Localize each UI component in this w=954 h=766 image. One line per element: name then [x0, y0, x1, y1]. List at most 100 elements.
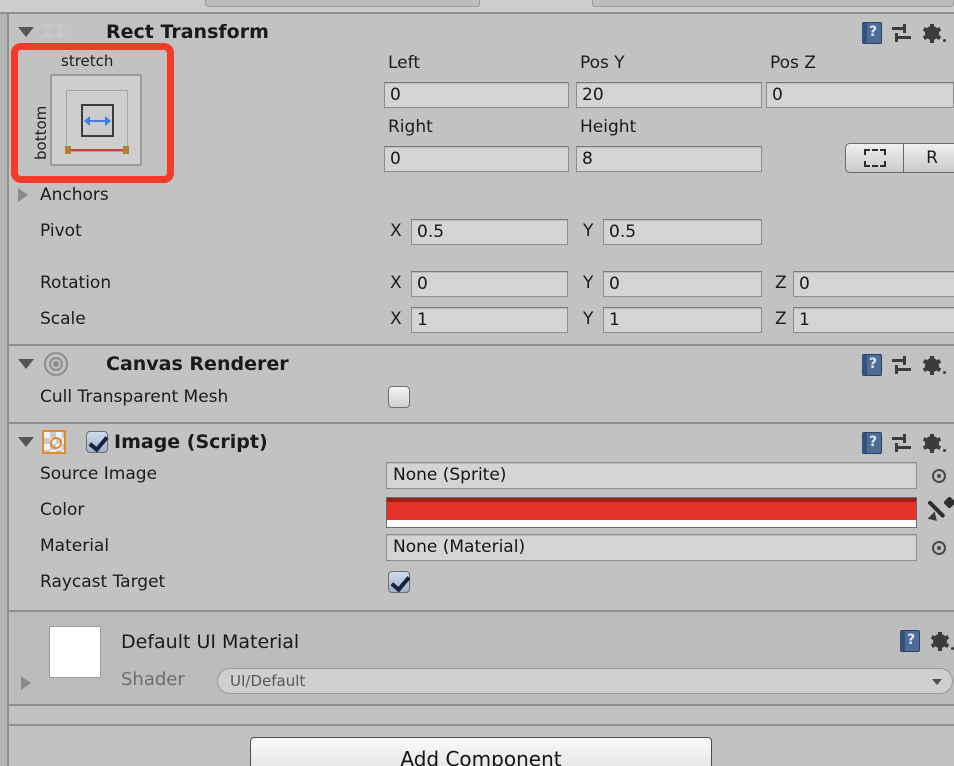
toolbar-tab-piece-1[interactable]	[205, 0, 480, 7]
left-input[interactable]: 0	[384, 82, 569, 108]
rect-transform-foldout-icon[interactable]	[18, 27, 34, 37]
raycast-target-checkbox[interactable]	[388, 571, 410, 593]
rect-transform-title: Rect Transform	[106, 21, 269, 43]
raycast-target-label: Raycast Target	[40, 572, 166, 592]
pos-z-label: Pos Z	[770, 53, 816, 73]
image-foldout-icon[interactable]	[18, 437, 34, 447]
pos-z-value: 0	[772, 85, 783, 105]
left-label: Left	[388, 53, 420, 73]
pivot-x-axis-label: X	[390, 221, 402, 241]
raw-mode-label: R	[926, 148, 938, 168]
image-enabled-checkbox[interactable]	[86, 431, 108, 453]
image-component-title: Image (Script)	[114, 431, 268, 453]
material-label: Material	[40, 536, 110, 556]
scale-y-value: 1	[609, 310, 620, 330]
rect-transform-header[interactable]: Rect Transform ?	[14, 18, 946, 52]
rotation-y-value: 0	[609, 274, 620, 294]
rect-transform-icon	[41, 18, 70, 47]
help-icon[interactable]: ?	[900, 630, 920, 652]
eyedropper-icon[interactable]	[927, 496, 954, 525]
image-header-icons: ?	[862, 432, 946, 454]
source-image-field[interactable]: None (Sprite)	[386, 462, 917, 489]
help-icon[interactable]: ?	[862, 354, 882, 376]
scale-z-value: 1	[799, 310, 810, 330]
shader-dropdown[interactable]: UI/Default	[217, 668, 953, 694]
right-input[interactable]: 0	[384, 146, 569, 172]
scale-x-input[interactable]: 1	[411, 307, 568, 333]
right-label: Right	[388, 117, 433, 137]
pos-y-input[interactable]: 20	[576, 82, 762, 108]
gear-icon[interactable]	[922, 355, 946, 375]
scale-z-input[interactable]: 1	[793, 307, 954, 333]
help-icon[interactable]: ?	[862, 22, 882, 44]
gear-icon[interactable]	[922, 433, 946, 453]
rect-mode-toggle-group: R	[845, 143, 954, 173]
image-component-header[interactable]: Image (Script) ?	[14, 428, 946, 462]
material-preview-thumbnail	[49, 626, 101, 678]
preset-icon[interactable]	[892, 23, 912, 43]
source-image-picker-icon[interactable]	[932, 469, 946, 483]
canvas-renderer-foldout-icon[interactable]	[18, 359, 34, 369]
cull-transparent-mesh-checkbox[interactable]	[388, 386, 410, 408]
pos-y-value: 20	[582, 85, 604, 105]
separator-material-top	[9, 704, 954, 706]
anchors-label: Anchors	[40, 185, 109, 205]
pivot-x-input[interactable]: 0.5	[411, 219, 568, 245]
anchor-preset-bottom-line	[68, 149, 126, 151]
material-picker-icon[interactable]	[932, 541, 946, 555]
color-swatch[interactable]	[386, 497, 917, 528]
shader-value: UI/Default	[230, 672, 306, 690]
blueprint-icon	[863, 149, 886, 167]
material-value: None (Material)	[393, 537, 526, 557]
help-icon[interactable]: ?	[862, 432, 882, 454]
inspector-window: Rect Transform ? stretch bottom Left Pos…	[0, 0, 954, 766]
pivot-y-input[interactable]: 0.5	[603, 219, 762, 245]
source-image-label: Source Image	[40, 464, 158, 484]
scale-label: Scale	[40, 309, 86, 329]
rotation-z-input[interactable]: 0	[793, 271, 954, 297]
material-field[interactable]: None (Material)	[386, 534, 917, 561]
gear-icon[interactable]	[922, 23, 946, 43]
blueprint-mode-toggle[interactable]	[846, 144, 903, 172]
pos-z-input[interactable]: 0	[766, 82, 954, 108]
scale-z-axis-label: Z	[775, 309, 787, 329]
rotation-y-axis-label: Y	[583, 273, 594, 293]
add-component-button[interactable]: Add Component	[250, 737, 712, 766]
height-value: 8	[582, 149, 593, 169]
rotation-y-input[interactable]: 0	[603, 271, 762, 297]
material-preview-title: Default UI Material	[121, 631, 300, 653]
canvas-renderer-header[interactable]: Canvas Renderer ?	[14, 350, 946, 384]
material-preview-foldout-icon[interactable]	[21, 676, 31, 690]
anchor-preset-handle-right	[123, 146, 129, 154]
scale-y-axis-label: Y	[583, 309, 594, 329]
pivot-x-value: 0.5	[417, 222, 445, 242]
color-label: Color	[40, 500, 85, 520]
height-input[interactable]: 8	[576, 146, 762, 172]
rotation-x-axis-label: X	[390, 273, 402, 293]
shader-label: Shader	[121, 669, 185, 690]
right-value: 0	[390, 149, 401, 169]
anchors-foldout-icon[interactable]	[18, 188, 28, 202]
separator-material-bottom	[9, 724, 954, 726]
left-value: 0	[390, 85, 401, 105]
pivot-y-value: 0.5	[609, 222, 637, 242]
anchor-preset-widget[interactable]: stretch bottom	[18, 50, 168, 175]
preset-icon[interactable]	[892, 355, 912, 375]
anchor-preset-handle-left	[65, 146, 71, 154]
color-swatch-fill	[387, 502, 916, 520]
rect-transform-header-icons: ?	[862, 22, 946, 44]
toolbar-tab-piece-2[interactable]	[592, 0, 954, 7]
rotation-z-value: 0	[799, 274, 810, 294]
scale-x-value: 1	[417, 310, 428, 330]
window-left-edge	[0, 14, 9, 766]
rotation-x-input[interactable]: 0	[411, 271, 568, 297]
preset-icon[interactable]	[892, 433, 912, 453]
anchor-preset-vertical-label: bottom	[32, 105, 50, 160]
canvas-renderer-header-icons: ?	[862, 354, 946, 376]
anchor-preset-stretch-arrow	[84, 116, 111, 126]
separator-canvas-renderer	[9, 422, 954, 424]
gear-icon[interactable]	[930, 631, 954, 651]
raw-mode-toggle[interactable]: R	[903, 144, 954, 172]
chevron-down-icon	[932, 679, 942, 685]
scale-y-input[interactable]: 1	[603, 307, 762, 333]
